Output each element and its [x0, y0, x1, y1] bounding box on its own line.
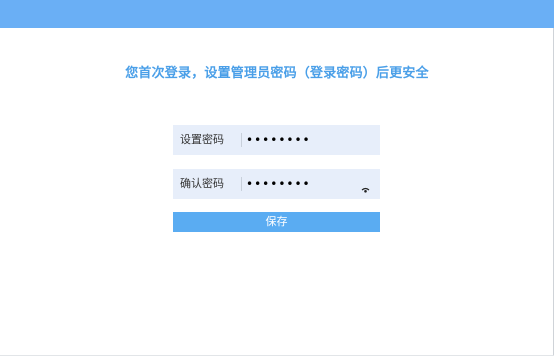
- page-headline: 您首次登录，设置管理员密码（登录密码）后更安全: [125, 66, 429, 81]
- set-password-field[interactable]: 设置密码 ••••••••: [173, 125, 380, 155]
- confirm-password-input[interactable]: ••••••••: [246, 169, 311, 199]
- save-button[interactable]: 保存: [173, 212, 380, 232]
- confirm-password-label: 确认密码: [180, 177, 224, 190]
- field-divider: [241, 133, 242, 147]
- confirm-password-field[interactable]: 确认密码 ••••••••: [173, 169, 380, 199]
- set-password-label: 设置密码: [180, 133, 224, 146]
- eye-icon[interactable]: [361, 180, 370, 193]
- top-bar: [0, 0, 554, 28]
- field-divider: [241, 177, 242, 191]
- set-password-input[interactable]: ••••••••: [246, 125, 311, 155]
